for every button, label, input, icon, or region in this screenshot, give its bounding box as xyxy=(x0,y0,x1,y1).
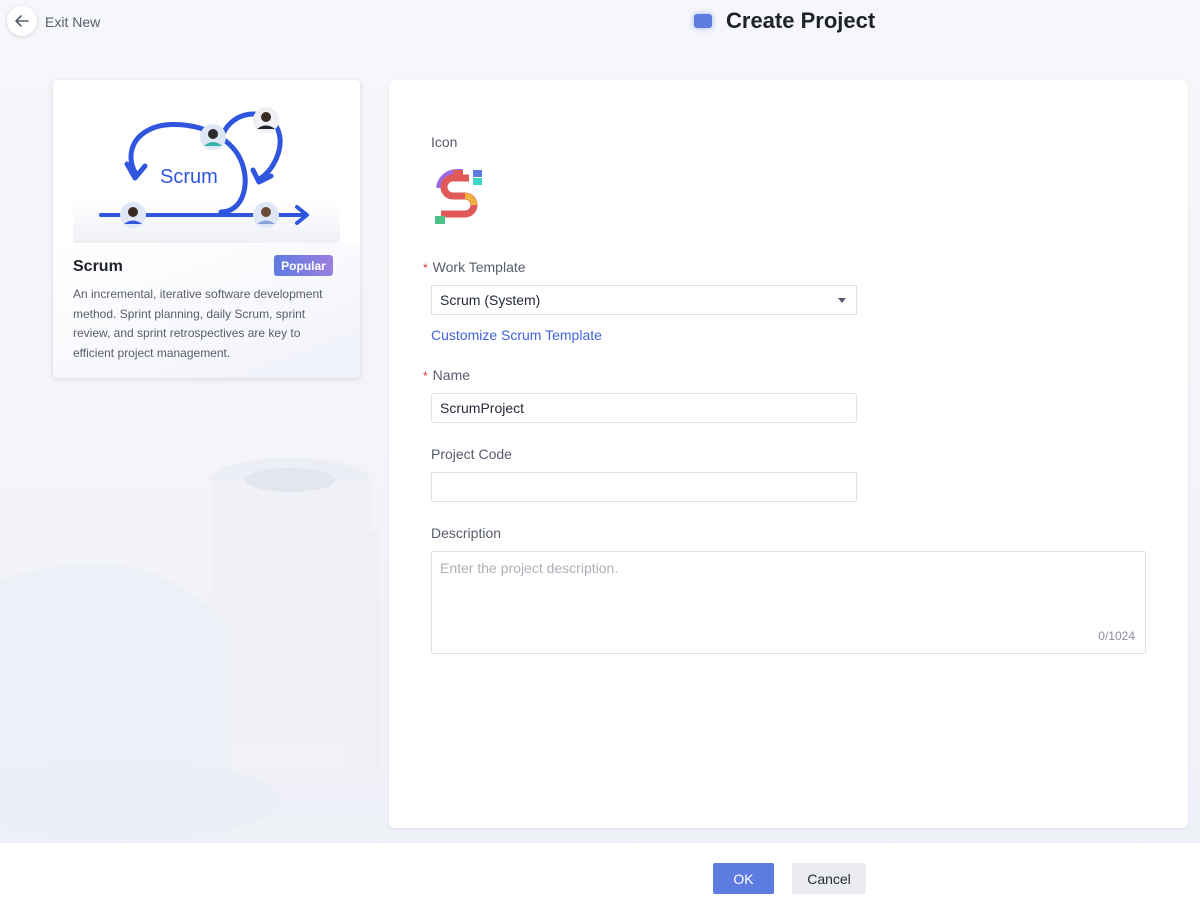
work-template-select[interactable]: Scrum (System) xyxy=(431,285,857,315)
back-button[interactable] xyxy=(7,6,37,36)
create-project-form: Icon * Work Template Scrum (System) Custo… xyxy=(389,80,1188,828)
page-title-group: Create Project xyxy=(694,8,875,34)
character-counter: 0/1024 xyxy=(1098,629,1135,643)
cancel-button[interactable]: Cancel xyxy=(792,863,866,894)
customize-template-link[interactable]: Customize Scrum Template xyxy=(431,327,602,343)
template-description: An incremental, iterative software devel… xyxy=(73,287,323,360)
scrum-cycle-illustration: Scrum xyxy=(99,107,309,228)
footer-bar: OK Cancel xyxy=(0,842,1200,899)
template-card-scrum[interactable]: Scrum Scrum Popular An incremental, iter… xyxy=(53,80,360,378)
work-template-value: Scrum (System) xyxy=(440,292,541,308)
work-template-label: * Work Template xyxy=(423,259,526,275)
name-label-text: Name xyxy=(432,367,471,383)
illustration-label: Scrum xyxy=(160,166,218,188)
template-card-body: Scrum Popular An incremental, iterative … xyxy=(53,243,360,378)
ok-button[interactable]: OK xyxy=(713,863,774,894)
project-code-input[interactable] xyxy=(431,472,857,502)
project-code-label: Project Code xyxy=(431,446,512,462)
caret-down-icon xyxy=(838,298,846,303)
exit-new-link[interactable]: Exit New xyxy=(45,14,100,30)
popular-badge: Popular xyxy=(274,255,333,276)
description-label: Description xyxy=(431,525,502,541)
scrum-illustration: Scrum xyxy=(73,100,340,244)
top-bar: Exit New Create Project xyxy=(0,0,1200,44)
project-icon xyxy=(694,14,712,28)
name-input[interactable]: ScrumProject xyxy=(431,393,857,423)
required-mark: * xyxy=(423,369,428,383)
arrow-left-icon xyxy=(15,15,29,27)
icon-label: Icon xyxy=(431,134,458,150)
template-title: Scrum xyxy=(73,258,123,275)
name-label: * Name xyxy=(423,367,470,383)
description-placeholder: Enter the project description. xyxy=(440,560,619,576)
name-value: ScrumProject xyxy=(440,400,525,416)
description-textarea[interactable]: Enter the project description. 0/1024 xyxy=(431,551,1146,654)
required-mark: * xyxy=(423,261,428,275)
page-title: Create Project xyxy=(726,8,876,33)
work-template-label-text: Work Template xyxy=(432,259,526,275)
scrum-logo-icon xyxy=(435,168,482,224)
project-icon-picker[interactable] xyxy=(429,166,489,226)
